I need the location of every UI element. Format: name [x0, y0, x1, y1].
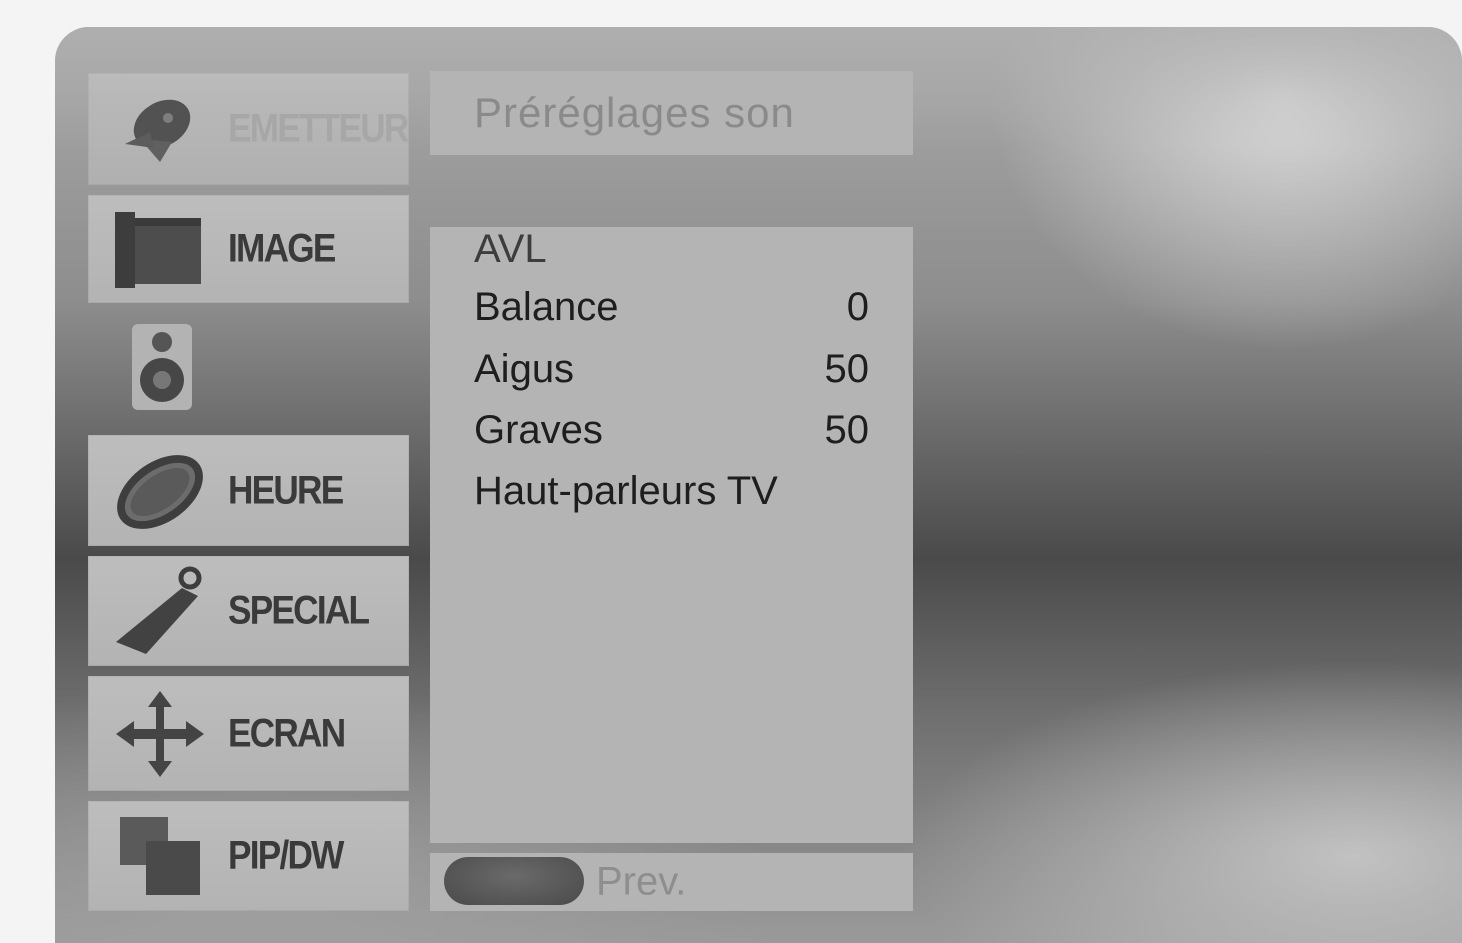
menu-item-balance[interactable]: Balance 0 [474, 285, 869, 341]
key-tag-icon [110, 566, 210, 656]
satellite-dish-icon [110, 84, 210, 174]
item-label: AVL [474, 227, 547, 271]
menu-item-graves[interactable]: Graves 50 [474, 408, 869, 464]
move-arrows-icon [110, 689, 210, 779]
prev-key-icon[interactable] [444, 857, 584, 905]
tab-label: HEURE [228, 468, 344, 512]
tab-label: ECRAN [228, 711, 346, 755]
menu-item-aigus[interactable]: Aigus 50 [474, 347, 869, 403]
tab-label: IMAGE [228, 226, 336, 271]
pip-windows-icon [110, 811, 210, 901]
tab-image[interactable]: IMAGE [88, 195, 409, 303]
submenu-title: Préréglages son [474, 89, 795, 136]
menu-item-haut-parleurs-tv[interactable]: Haut-parleurs TV [474, 469, 869, 525]
tab-emetteur[interactable]: EMETTEUR [88, 73, 409, 185]
item-label: Haut-parleurs TV [474, 469, 778, 513]
tab-label: PIP/DW [228, 833, 344, 878]
speaker-icon [110, 322, 210, 412]
item-value: 50 [824, 408, 870, 452]
submenu-title-bar: Préréglages son [430, 71, 913, 155]
item-value: 0 [846, 285, 869, 329]
tab-label: SPECIAL [228, 588, 370, 633]
clock-icon [110, 446, 210, 536]
item-label: Graves [474, 408, 603, 452]
tab-heure[interactable]: HEURE [88, 435, 409, 546]
prev-label: Prev. [596, 859, 687, 904]
item-label: Aigus [474, 347, 575, 391]
menu-item-avl[interactable]: AVL [474, 227, 869, 283]
tab-son[interactable] [88, 313, 409, 421]
tab-special[interactable]: SPECIAL [88, 556, 409, 666]
submenu-footer: Prev. [430, 853, 913, 911]
tv-osd-screen: EMETTEUR IMAGE HEURE SPECIAL ECRAN PIP/D… [55, 27, 1462, 943]
tab-label: EMETTEUR [228, 106, 409, 151]
picture-frame-icon [110, 204, 210, 294]
item-value: 50 [824, 347, 870, 391]
tab-ecran[interactable]: ECRAN [88, 676, 409, 791]
item-label: Balance [474, 285, 619, 329]
submenu-list: AVL Balance 0 Aigus 50 Graves 50 Haut-pa… [430, 227, 913, 843]
tab-pipdw[interactable]: PIP/DW [88, 801, 409, 911]
